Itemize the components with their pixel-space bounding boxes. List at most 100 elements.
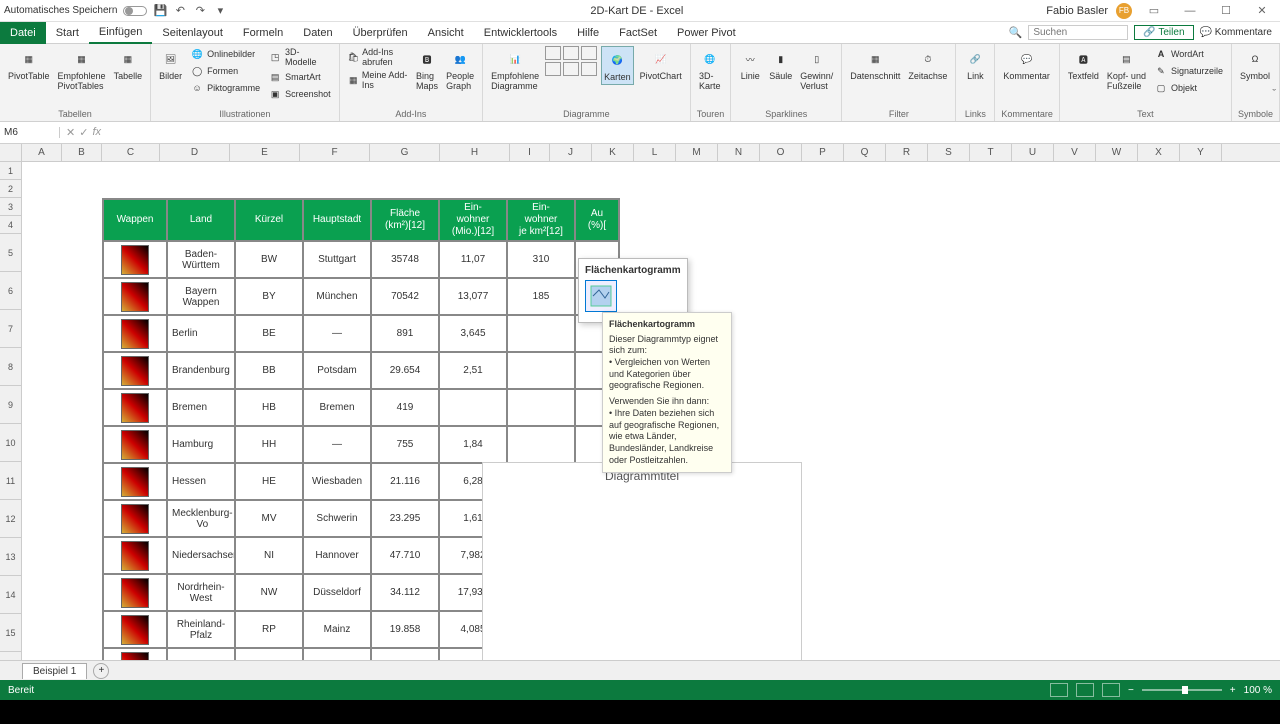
objekt-button[interactable]: ▢Objekt (1152, 80, 1225, 96)
zoom-slider[interactable] (1142, 689, 1222, 691)
table-cell[interactable] (103, 389, 167, 426)
row-header[interactable]: 15 (0, 614, 22, 652)
pivotchart-button[interactable]: 📈PivotChart (638, 46, 684, 83)
table-cell[interactable]: BE (235, 315, 303, 352)
table-cell[interactable]: Brandenburg (167, 352, 235, 389)
table-cell[interactable]: 13,077 (439, 278, 507, 315)
qat-more-icon[interactable]: ▾ (213, 4, 227, 18)
tab-einfuegen[interactable]: Einfügen (89, 22, 152, 44)
share-button[interactable]: 🔗 Teilen (1134, 25, 1193, 40)
table-cell[interactable]: — (303, 426, 371, 463)
col-header-Y[interactable]: Y (1180, 144, 1222, 161)
table-cell[interactable]: 3,645 (439, 315, 507, 352)
addins-get-button[interactable]: 🛍Add-Ins abrufen (346, 46, 410, 68)
screenshot-button[interactable]: ▣Screenshot (266, 86, 333, 102)
tab-formeln[interactable]: Formeln (233, 22, 293, 44)
col-header-A[interactable]: A (22, 144, 62, 161)
row-header[interactable]: 13 (0, 538, 22, 576)
table-cell[interactable]: HE (235, 463, 303, 500)
table-cell[interactable]: Hannover (303, 537, 371, 574)
enter-formula-icon[interactable]: ✓ (79, 126, 88, 139)
table-cell[interactable]: MV (235, 500, 303, 537)
sheet-tab[interactable]: Beispiel 1 (22, 663, 87, 679)
table-row[interactable]: BerlinBE—8913,645 (103, 315, 619, 352)
row-header[interactable]: 6 (0, 272, 22, 310)
row-header[interactable]: 8 (0, 348, 22, 386)
table-cell[interactable]: Saarbrücken (303, 648, 371, 660)
tab-seitenlayout[interactable]: Seitenlayout (152, 22, 233, 44)
table-cell[interactable] (103, 315, 167, 352)
table-cell[interactable] (103, 241, 167, 278)
addins-my-button[interactable]: ▦Meine Add-Ins (346, 69, 410, 91)
chart-type-grid[interactable] (545, 46, 597, 76)
table-cell[interactable]: Hessen (167, 463, 235, 500)
table-cell[interactable]: 11,07 (439, 241, 507, 278)
col-header-U[interactable]: U (1012, 144, 1054, 161)
table-cell[interactable]: Saarland (167, 648, 235, 660)
rec-charts-button[interactable]: 📊Empfohlene Diagramme (489, 46, 541, 93)
undo-icon[interactable]: ↶ (173, 4, 187, 18)
table-cell[interactable]: Berlin (167, 315, 235, 352)
col-header-L[interactable]: L (634, 144, 676, 161)
collapse-ribbon-icon[interactable]: ˇ (1272, 88, 1276, 100)
row-header[interactable]: 3 (0, 198, 22, 216)
col-header-K[interactable]: K (592, 144, 634, 161)
table-cell[interactable]: BW (235, 241, 303, 278)
kopffuss-button[interactable]: ▤Kopf- und Fußzeile (1105, 46, 1148, 93)
table-cell[interactable] (507, 315, 575, 352)
row-header[interactable]: 12 (0, 500, 22, 538)
table-cell[interactable]: BY (235, 278, 303, 315)
col-header-M[interactable]: M (676, 144, 718, 161)
ribbon-options-icon[interactable]: ▭ (1140, 2, 1168, 20)
col-header-N[interactable]: N (718, 144, 760, 161)
col-header-P[interactable]: P (802, 144, 844, 161)
row-header[interactable]: 16 (0, 652, 22, 660)
table-cell[interactable]: 755 (371, 426, 439, 463)
table-cell[interactable] (103, 463, 167, 500)
piktogramme-button[interactable]: ☺Piktogramme (188, 80, 262, 96)
fx-icon[interactable]: fx (92, 126, 101, 139)
onlinebilder-button[interactable]: 🌐Onlinebilder (188, 46, 262, 62)
row-header[interactable]: 4 (0, 216, 22, 234)
col-header-E[interactable]: E (230, 144, 300, 161)
chart-pie-icon[interactable] (581, 46, 597, 60)
col-header-S[interactable]: S (928, 144, 970, 161)
table-cell[interactable]: 29.654 (371, 352, 439, 389)
table-cell[interactable]: 1,84 (439, 426, 507, 463)
table-cell[interactable]: Bayern Wappen (167, 278, 235, 315)
table-cell[interactable]: Schwerin (303, 500, 371, 537)
autosave-toggle[interactable] (123, 6, 147, 16)
rec-pivottable-button[interactable]: ▦Empfohlene PivotTables (56, 46, 108, 93)
user-name[interactable]: Fabio Basler (1046, 5, 1108, 17)
tab-factset[interactable]: FactSet (609, 22, 667, 44)
table-cell[interactable]: HH (235, 426, 303, 463)
table-cell[interactable]: NI (235, 537, 303, 574)
tab-file[interactable]: Datei (0, 22, 46, 44)
table-cell[interactable]: München (303, 278, 371, 315)
table-cell[interactable]: 185 (507, 278, 575, 315)
table-cell[interactable] (507, 352, 575, 389)
maximize-icon[interactable]: ☐ (1212, 2, 1240, 20)
tab-ueberpruefen[interactable]: Überprüfen (343, 22, 418, 44)
col-header-J[interactable]: J (550, 144, 592, 161)
col-header-B[interactable]: B (62, 144, 102, 161)
chart-scatter-icon[interactable] (581, 62, 597, 76)
table-cell[interactable] (507, 426, 575, 463)
table-cell[interactable]: 23.295 (371, 500, 439, 537)
spark-line-button[interactable]: 〰Linie (737, 46, 763, 83)
view-normal-icon[interactable] (1050, 683, 1068, 697)
table-button[interactable]: ▦Tabelle (112, 46, 145, 83)
tab-daten[interactable]: Daten (293, 22, 342, 44)
search-input[interactable] (1028, 25, 1128, 40)
tab-ansicht[interactable]: Ansicht (418, 22, 474, 44)
models3d-button[interactable]: ◳3D-Modelle (266, 46, 333, 68)
col-header-G[interactable]: G (370, 144, 440, 161)
pivottable-button[interactable]: ▦PivotTable (6, 46, 52, 83)
col-header-F[interactable]: F (300, 144, 370, 161)
table-cell[interactable]: Hamburg (167, 426, 235, 463)
spreadsheet-grid[interactable]: 1234567891011121314151617 WappenLandKürz… (0, 162, 1280, 660)
table-cell[interactable]: HB (235, 389, 303, 426)
table-cell[interactable]: 34.112 (371, 574, 439, 611)
select-all-button[interactable] (0, 144, 22, 161)
datenschnitt-button[interactable]: ▦Datenschnitt (848, 46, 902, 83)
